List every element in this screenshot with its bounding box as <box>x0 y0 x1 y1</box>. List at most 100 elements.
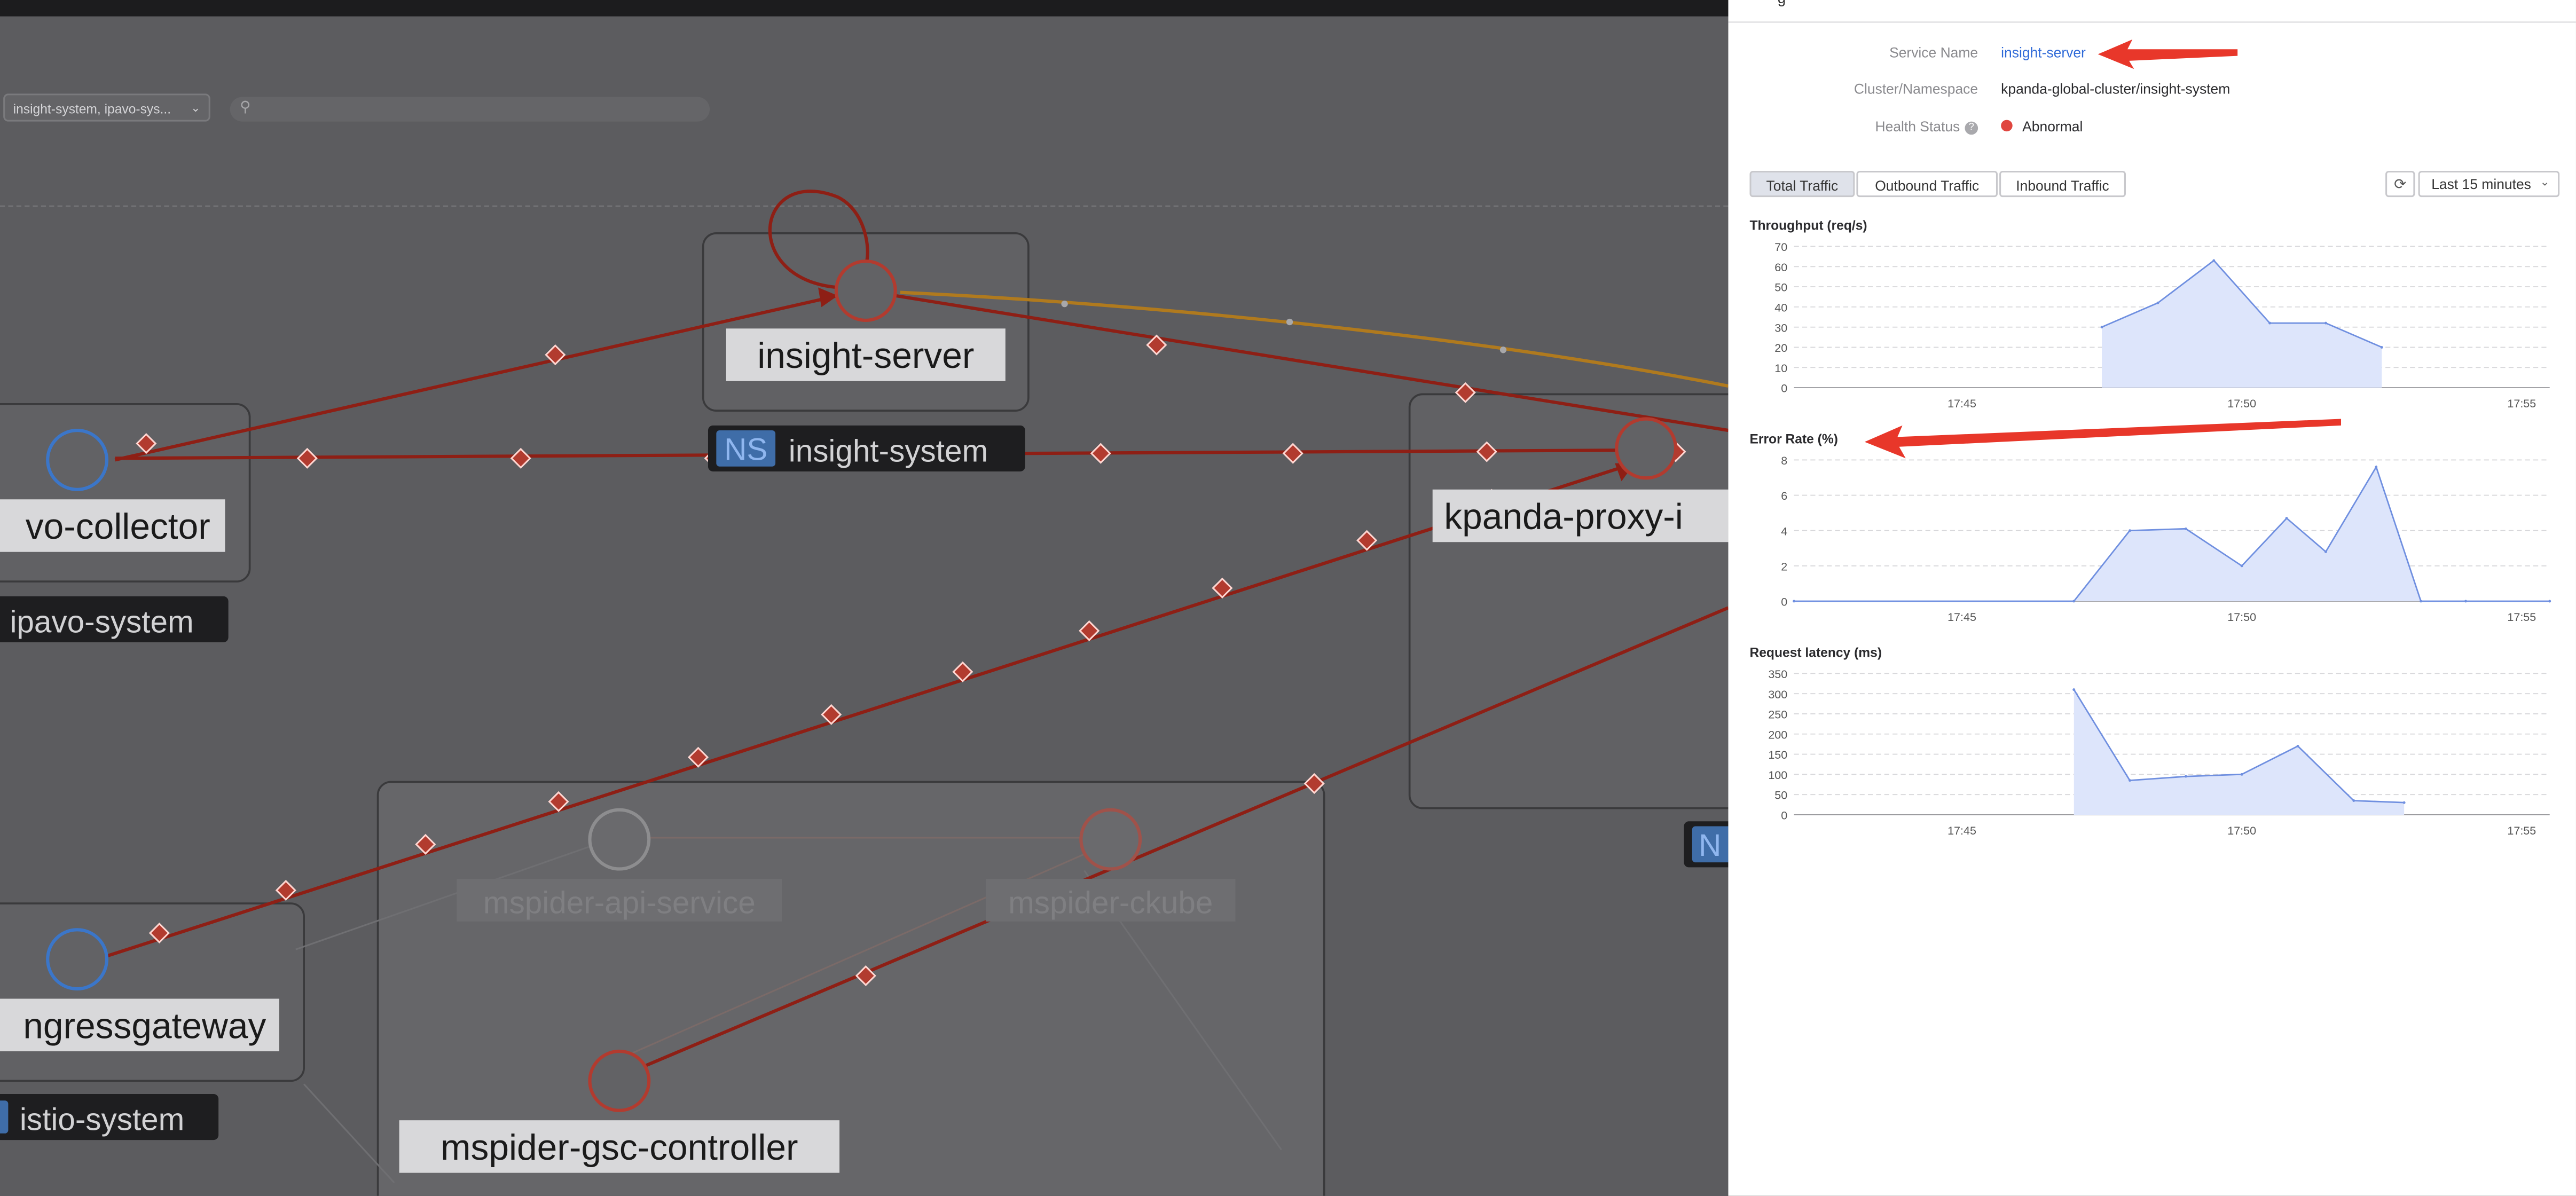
edge-marker <box>1499 347 1507 353</box>
error-rate-title: Error Rate (%) <box>1749 432 1838 447</box>
service-label-mspider-ckube: mspider-ckube <box>1008 886 1213 920</box>
refresh-icon[interactable]: ⟳ <box>2385 170 2415 198</box>
data-point <box>2156 301 2159 304</box>
edge-marker[interactable] <box>1282 443 1303 464</box>
edge-marker[interactable] <box>510 447 531 469</box>
service-name-value[interactable]: insight-server <box>2001 44 2086 61</box>
data-point <box>2464 600 2467 603</box>
y-tick-label: 50 <box>1774 789 1787 802</box>
data-point <box>2240 564 2243 568</box>
namespace-box-ipavo <box>0 403 251 583</box>
service-node-mspider-gsc-controller[interactable] <box>588 1049 651 1112</box>
data-point <box>2296 744 2299 748</box>
service-label-kpanda-proxy: kpanda-proxy-i <box>1444 497 1683 537</box>
data-point <box>2324 550 2327 553</box>
y-tick-label: 40 <box>1774 301 1787 314</box>
service-node-insight-server[interactable] <box>834 259 897 322</box>
edge-marker <box>1286 318 1293 326</box>
y-tick-label: 6 <box>1781 490 1787 502</box>
service-topology-graph[interactable]: insight-system, ipavo-sys... ⌄ ⚲ insight… <box>0 16 1729 1196</box>
data-point <box>2548 600 2551 603</box>
y-tick-label: 8 <box>1781 454 1787 467</box>
service-name-row: Service Name insight-server <box>1728 44 2575 67</box>
service-node-mspider-ckube[interactable] <box>1079 808 1142 871</box>
cluster-namespace-label: Cluster/Namespace <box>1854 80 1978 97</box>
error-rate-chart: 0 2 4 6 8 17:45 17:50 17:55 <box>1781 454 2551 624</box>
service-node-kpanda-proxy[interactable] <box>1615 417 1678 480</box>
data-point <box>1793 600 1795 603</box>
series-area <box>1794 467 2550 601</box>
namespace-label-ipavo-system: ipavo-system <box>10 604 193 639</box>
x-tick-label: 17:55 <box>2507 824 2536 837</box>
data-point <box>2212 259 2216 262</box>
tab-outbound-traffic[interactable]: Outbound Traffic <box>1856 170 1998 198</box>
data-point <box>2285 517 2288 520</box>
health-status-value: Abnormal <box>2022 118 2083 135</box>
time-range-select[interactable]: Last 15 minutes ⌄ <box>2418 170 2560 198</box>
cluster-namespace-value: kpanda-global-cluster/insight-system <box>2001 80 2231 97</box>
health-status-row: Health Status? Abnormal <box>1728 119 2575 141</box>
health-status-label-wrap: Health Status? <box>1875 119 1978 135</box>
health-status-label: Health Status <box>1875 118 1960 135</box>
x-tick-label: 17:55 <box>2507 397 2536 410</box>
x-tick-label: 17:55 <box>2507 611 2536 624</box>
x-tick-label: 17:50 <box>2227 824 2256 837</box>
namespace-badge-text: NS <box>724 432 767 467</box>
service-label-mspider-gsc-controller: mspider-gsc-controller <box>441 1128 798 1168</box>
data-point <box>2324 321 2327 325</box>
series-area <box>2102 260 2382 388</box>
cluster-namespace-row: Cluster/Namespace kpanda-global-cluster/… <box>1728 81 2575 104</box>
x-tick-label: 17:45 <box>1947 611 1976 624</box>
y-tick-label: 0 <box>1781 596 1787 609</box>
y-tick-label: 60 <box>1774 261 1787 274</box>
y-tick-label: 0 <box>1781 382 1787 395</box>
namespace-label-insight-system: insight-system <box>789 434 988 468</box>
y-tick-label: 2 <box>1781 560 1787 573</box>
namespace-label-istio-system: istio-system <box>20 1103 184 1137</box>
y-tick-label: 350 <box>1768 668 1787 681</box>
panel-header: g <box>1728 0 2576 23</box>
service-detail-panel: g Service Name insight-server Cluster/Na… <box>1728 0 2576 1196</box>
x-tick-label: 17:45 <box>1947 397 1976 410</box>
service-name-label: Service Name <box>1889 44 1978 61</box>
edge-marker[interactable] <box>296 447 318 469</box>
y-tick-label: 300 <box>1768 688 1787 701</box>
request-latency-chart: 0 50 100 150 200 250 300 350 17:45 17:50 17:55 <box>1768 668 2550 837</box>
data-point <box>2420 600 2423 603</box>
top-bar <box>0 0 1729 17</box>
topology-canvas[interactable]: insight-server vo-collector kpanda-proxy… <box>0 17 1729 1196</box>
tab-total-traffic[interactable]: Total Traffic <box>1749 170 1855 198</box>
data-point <box>2129 779 2131 782</box>
edge-marker[interactable] <box>1090 443 1111 464</box>
tab-inbound-traffic[interactable]: Inbound Traffic <box>1999 170 2126 198</box>
y-tick-label: 70 <box>1774 241 1787 254</box>
x-tick-label: 17:45 <box>1947 824 1976 837</box>
y-tick-label: 30 <box>1774 321 1787 334</box>
series-area <box>2074 689 2405 815</box>
service-node-vo-collector[interactable] <box>46 428 109 491</box>
data-point <box>2184 775 2187 778</box>
data-point <box>2268 321 2272 325</box>
data-point <box>2240 773 2243 776</box>
throughput-chart: 0 10 20 30 40 50 60 70 17:45 17:50 17:55 <box>1774 241 2550 410</box>
throughput-title: Throughput (req/s) <box>1749 218 1867 233</box>
time-range-value: Last 15 minutes <box>2431 176 2531 192</box>
y-tick-label: 200 <box>1768 728 1787 741</box>
data-point <box>2072 600 2076 603</box>
service-label-ingressgateway: ngressgateway <box>23 1006 266 1046</box>
x-tick-label: 17:50 <box>2227 611 2256 624</box>
service-node-mspider-api-service[interactable] <box>588 808 651 871</box>
namespace-badge <box>0 1100 9 1134</box>
data-point <box>2352 799 2355 802</box>
y-tick-label: 10 <box>1774 362 1787 375</box>
data-point <box>2184 527 2187 530</box>
data-point <box>2375 466 2378 469</box>
data-point <box>2129 529 2131 532</box>
data-point <box>2402 801 2406 804</box>
question-circle-icon[interactable]: ? <box>1965 121 1978 135</box>
y-tick-label: 50 <box>1774 281 1787 294</box>
chevron-down-icon: ⌄ <box>2540 177 2550 189</box>
namespace-badge-text: N <box>1699 828 1721 863</box>
service-node-ingressgateway[interactable] <box>46 928 109 991</box>
data-point <box>2380 345 2383 349</box>
